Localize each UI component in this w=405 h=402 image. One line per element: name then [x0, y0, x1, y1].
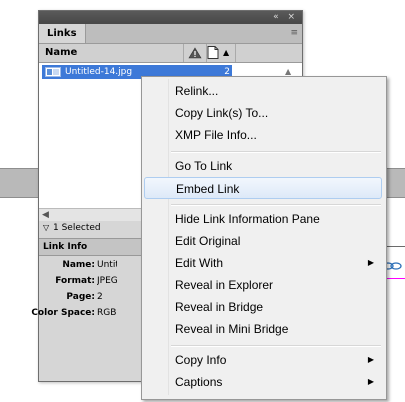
column-name-header[interactable]: Name	[45, 44, 77, 62]
disclosure-triangle-icon[interactable]: ▽	[43, 221, 49, 235]
image-thumbnail-icon	[45, 67, 61, 77]
menu-item-edit-with[interactable]: Edit With ▶	[144, 252, 382, 274]
menu-item-reveal-in-bridge[interactable]: Reveal in Bridge	[144, 296, 382, 318]
menu-item-label: Edit With	[175, 256, 224, 270]
selection-count: 1 Selected	[53, 223, 101, 233]
submenu-arrow-icon: ▶	[367, 377, 374, 386]
menu-item-label: Relink...	[175, 84, 219, 98]
column-divider	[235, 44, 236, 62]
info-row-color-space: Color Space: RGB	[31, 305, 149, 321]
submenu-arrow-icon: ▶	[367, 355, 374, 364]
scroll-left-arrow-icon[interactable]: ◀	[42, 209, 49, 221]
menu-item-edit-original[interactable]: Edit Original	[144, 230, 382, 252]
menu-item-label: Go To Link	[175, 159, 233, 173]
collapse-close-icons[interactable]: « ×	[273, 11, 298, 24]
info-row-format: Format: JPEG	[39, 273, 149, 289]
menu-separator	[171, 204, 381, 206]
menu-item-go-to-link[interactable]: Go To Link	[144, 155, 382, 177]
menu-item-label: Reveal in Bridge	[175, 300, 264, 314]
link-filename: Untitled-14.jpg	[65, 67, 133, 77]
menu-item-label: Hide Link Information Pane	[175, 212, 320, 226]
info-key: Color Space:	[31, 308, 95, 318]
scroll-up-arrow-icon[interactable]: ▲	[285, 67, 291, 76]
info-row-page: Page: 2	[39, 289, 149, 305]
panel-tabbar: Links ≡	[39, 24, 302, 44]
menu-item-label: XMP File Info...	[175, 128, 257, 142]
tab-links[interactable]: Links	[39, 24, 86, 43]
menu-item-captions[interactable]: Captions ▶	[144, 371, 382, 393]
menu-item-label: Copy Info	[175, 353, 227, 367]
context-menu: Relink... Copy Link(s) To... XMP File In…	[141, 76, 387, 400]
menu-item-label: Reveal in Explorer	[175, 278, 274, 292]
menu-item-reveal-in-explorer[interactable]: Reveal in Explorer	[144, 274, 382, 296]
info-value: JPEG	[97, 276, 117, 286]
info-row-name: Name: Untitled-14.jpg	[39, 257, 149, 273]
panel-titlebar[interactable]: « ×	[39, 11, 302, 24]
column-header: Name ▲	[39, 44, 302, 63]
menu-item-copy-info[interactable]: Copy Info ▶	[144, 349, 382, 371]
sort-ascending-icon[interactable]: ▲	[223, 44, 229, 62]
menu-item-xmp-file-info[interactable]: XMP File Info...	[144, 124, 382, 146]
panel-menu-icon[interactable]: ≡	[290, 24, 298, 43]
status-column-header[interactable]	[183, 44, 207, 62]
page-icon[interactable]	[207, 46, 219, 59]
menu-item-label: Edit Original	[175, 234, 241, 248]
info-value: Untitled-14.jpg	[97, 260, 117, 270]
menu-item-label: Copy Link(s) To...	[175, 106, 269, 120]
menu-item-label: Reveal in Mini Bridge	[175, 322, 289, 336]
info-key: Format:	[55, 276, 95, 286]
menu-item-label: Captions	[175, 375, 223, 389]
menu-item-copy-links-to[interactable]: Copy Link(s) To...	[144, 102, 382, 124]
menu-item-reveal-in-mini-bridge[interactable]: Reveal in Mini Bridge	[144, 318, 382, 340]
menu-item-relink[interactable]: Relink...	[144, 80, 382, 102]
submenu-arrow-icon: ▶	[367, 258, 374, 267]
warning-icon	[188, 47, 202, 59]
info-key: Page:	[66, 292, 95, 302]
menu-separator	[171, 151, 381, 153]
menu-item-embed-link[interactable]: Embed Link	[144, 177, 382, 199]
info-value: 2	[97, 292, 103, 302]
menu-separator	[171, 345, 381, 347]
info-value: RGB	[97, 308, 117, 318]
info-key: Name:	[62, 260, 95, 270]
menu-item-label: Embed Link	[176, 182, 240, 196]
menu-item-hide-link-info-pane[interactable]: Hide Link Information Pane	[144, 208, 382, 230]
link-info-title: Link Info	[43, 242, 88, 252]
